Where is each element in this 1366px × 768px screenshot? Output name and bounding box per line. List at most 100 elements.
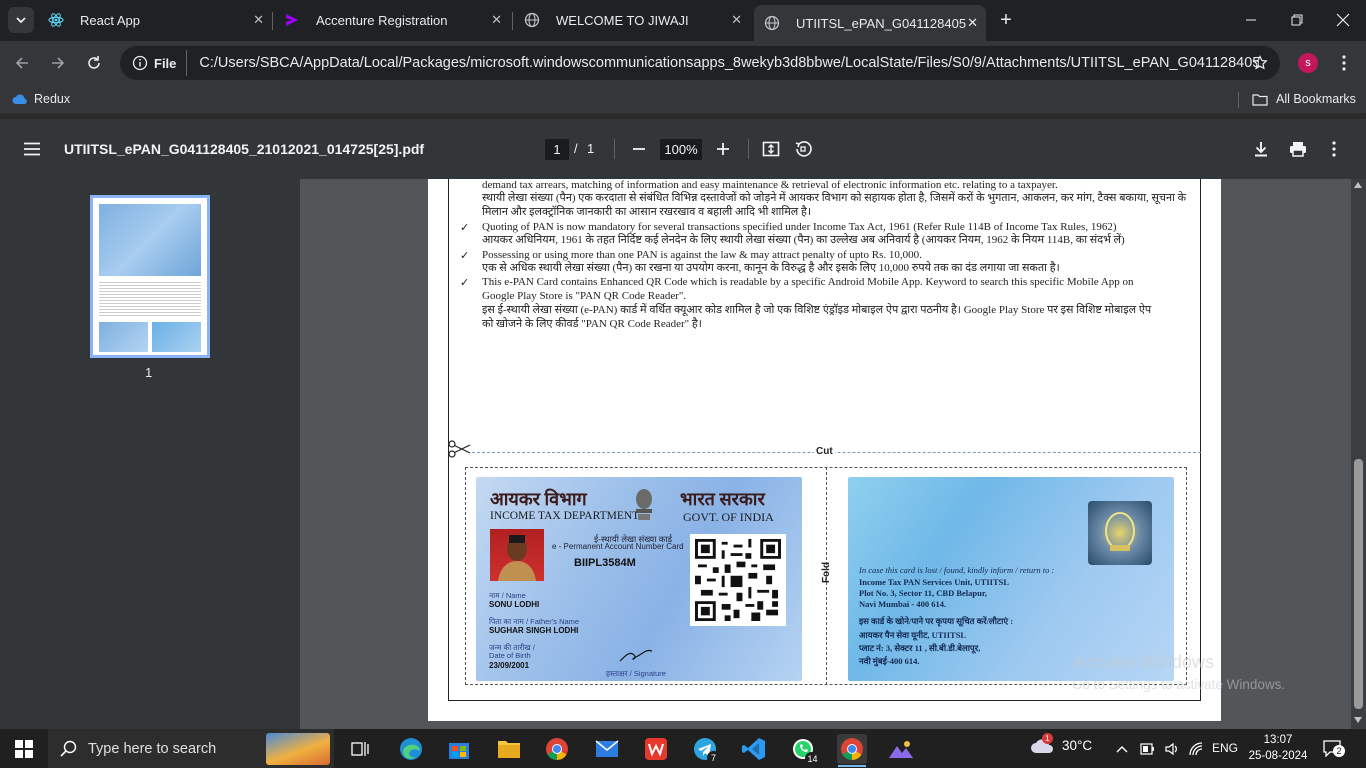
new-tab-button[interactable]: + xyxy=(994,8,1018,32)
bookmark-divider xyxy=(1238,92,1239,108)
windows-taskbar: Type here to search 7 14 1 30°C ENG 13:0… xyxy=(0,729,1366,768)
checkmark-icon: ✓ xyxy=(460,250,470,262)
vscode-app[interactable] xyxy=(739,734,769,764)
close-icon xyxy=(1336,13,1350,27)
chrome-app[interactable] xyxy=(542,734,572,764)
tab-divider xyxy=(512,12,513,30)
card-govt: GOVT. OF INDIA xyxy=(683,510,774,524)
info-icon xyxy=(132,55,148,71)
wifi-status[interactable] xyxy=(1188,741,1204,757)
edge-icon xyxy=(400,738,422,760)
scroll-up-arrow[interactable] xyxy=(1354,182,1362,188)
hamburger-icon xyxy=(24,142,40,156)
bookmark-label: Redux xyxy=(34,92,71,106)
language-indicator[interactable]: ENG xyxy=(1212,741,1238,755)
back-line: इस कार्ड के खोने/पाने पर कृपया सूचित करे… xyxy=(859,616,1014,626)
pdf-more-button[interactable] xyxy=(1321,136,1347,162)
notification-button[interactable]: 2 xyxy=(1322,739,1345,759)
pdf-page: demand tax arrears, matching of informat… xyxy=(428,179,1221,721)
clock[interactable]: 13:07 25-08-2024 xyxy=(1248,732,1308,764)
scissors-icon xyxy=(448,440,471,458)
doc-line: मिलान और इलक्ट्रॉनिक जानकारी का आसान रखर… xyxy=(482,206,812,218)
close-tab-icon[interactable]: ✕ xyxy=(253,12,264,28)
wifi-icon xyxy=(1189,742,1203,756)
reload-button[interactable] xyxy=(82,51,106,75)
store-app[interactable] xyxy=(444,734,474,764)
rotate-button[interactable] xyxy=(790,136,816,162)
download-icon xyxy=(1255,142,1267,157)
fit-page-button[interactable] xyxy=(758,136,784,162)
sidebar-toggle-button[interactable] xyxy=(20,137,44,161)
minimize-button[interactable] xyxy=(1228,0,1274,40)
page-separator: / xyxy=(574,141,578,156)
back-button[interactable] xyxy=(10,51,34,75)
viewer-scrollbar[interactable] xyxy=(1351,179,1366,729)
tab-search-button[interactable] xyxy=(8,7,34,33)
close-tab-icon[interactable]: ✕ xyxy=(967,15,978,31)
page-number-input[interactable]: 1 xyxy=(545,139,569,160)
chrome-app-active[interactable] xyxy=(837,734,867,764)
close-tab-icon[interactable]: ✕ xyxy=(491,12,502,28)
tab-jiwaji[interactable]: WELCOME TO JIWAJI ✕ xyxy=(516,5,750,35)
scroll-thumb[interactable] xyxy=(1354,459,1363,709)
mail-icon xyxy=(595,740,619,757)
edge-app[interactable] xyxy=(396,734,426,764)
bookmark-redux[interactable]: Redux xyxy=(12,92,70,106)
father-name: SUGHAR SINGH LODHI xyxy=(489,626,579,635)
file-explorer-app[interactable] xyxy=(494,734,524,764)
doc-line: इस ई-स्थायी लेखा संख्या (e-PAN) कार्ड मे… xyxy=(482,304,1152,316)
back-line: प्लाट नं: 3, सेक्टर 11 , सी.बी.डी.बेलापू… xyxy=(859,643,981,653)
minus-icon xyxy=(633,148,645,150)
thumbnail-card-front xyxy=(99,204,201,276)
windows-logo-icon xyxy=(15,739,33,758)
tab-react-app[interactable]: React App ✕ xyxy=(40,5,272,35)
zoom-input[interactable]: 100% xyxy=(660,139,702,160)
zoom-out-button[interactable] xyxy=(626,136,652,162)
taskbar-search[interactable]: Type here to search xyxy=(48,729,334,768)
photo xyxy=(490,529,544,581)
minimize-icon xyxy=(1246,19,1256,21)
volume-status[interactable] xyxy=(1164,741,1180,757)
activate-windows-subtitle: Go to Settings to activate Windows. xyxy=(1072,677,1286,692)
wps-app[interactable] xyxy=(641,734,671,764)
task-view-button[interactable] xyxy=(345,734,375,764)
scroll-down-arrow[interactable] xyxy=(1354,717,1362,723)
print-button[interactable] xyxy=(1285,136,1311,162)
accenture-icon xyxy=(284,12,300,28)
site-info-chip[interactable]: File xyxy=(128,50,188,76)
pdf-viewer[interactable]: demand tax arrears, matching of informat… xyxy=(300,179,1366,729)
url-text[interactable]: C:/Users/SBCA/AppData/Local/Packages/mic… xyxy=(199,55,1259,71)
thumbnail-page-label: 1 xyxy=(145,365,153,380)
photos-app[interactable] xyxy=(886,734,916,764)
download-button[interactable] xyxy=(1248,136,1274,162)
close-window-button[interactable] xyxy=(1320,0,1366,40)
address-bar[interactable]: File C:/Users/SBCA/AppData/Local/Package… xyxy=(120,46,1280,80)
weather-widget[interactable]: 1 30°C xyxy=(1030,733,1092,755)
forward-button[interactable] xyxy=(46,51,70,75)
signature xyxy=(619,649,653,662)
star-icon[interactable] xyxy=(1252,55,1268,71)
tab-pdf-active[interactable]: UTIITSL_ePAN_G041128405_210 ✕ xyxy=(754,5,986,41)
doc-line: This e-PAN Card contains Enhanced QR Cod… xyxy=(482,276,1134,288)
doc-line: आयकर अधिनियम, 1961 के तहत निर्दिष्ट कई ल… xyxy=(482,234,1125,246)
doc-line: स्थायी लेखा संख्या (पैन) एक करदाता से सं… xyxy=(482,192,1187,204)
mail-app[interactable] xyxy=(592,734,622,764)
telegram-app[interactable]: 7 xyxy=(690,734,720,764)
tab-accenture[interactable]: Accenture Registration ✕ xyxy=(276,5,510,35)
tab-divider xyxy=(272,12,273,30)
battery-status[interactable] xyxy=(1140,741,1156,757)
tray-expand-button[interactable] xyxy=(1114,741,1130,757)
page-thumbnail[interactable] xyxy=(90,195,210,358)
close-tab-icon[interactable]: ✕ xyxy=(731,12,742,28)
thumbnail-cards xyxy=(99,322,201,352)
start-button[interactable] xyxy=(0,729,48,768)
restore-button[interactable] xyxy=(1274,0,1320,40)
tab-label: WELCOME TO JIWAJI xyxy=(556,12,689,28)
dob-label: Date of Birth xyxy=(489,651,531,660)
fold-label: Fold xyxy=(821,561,833,584)
profile-avatar[interactable]: S xyxy=(1298,53,1318,73)
zoom-in-button[interactable] xyxy=(710,136,736,162)
whatsapp-app[interactable]: 14 xyxy=(788,734,820,765)
all-bookmarks[interactable]: All Bookmarks xyxy=(1252,92,1356,106)
menu-button[interactable] xyxy=(1334,53,1354,73)
